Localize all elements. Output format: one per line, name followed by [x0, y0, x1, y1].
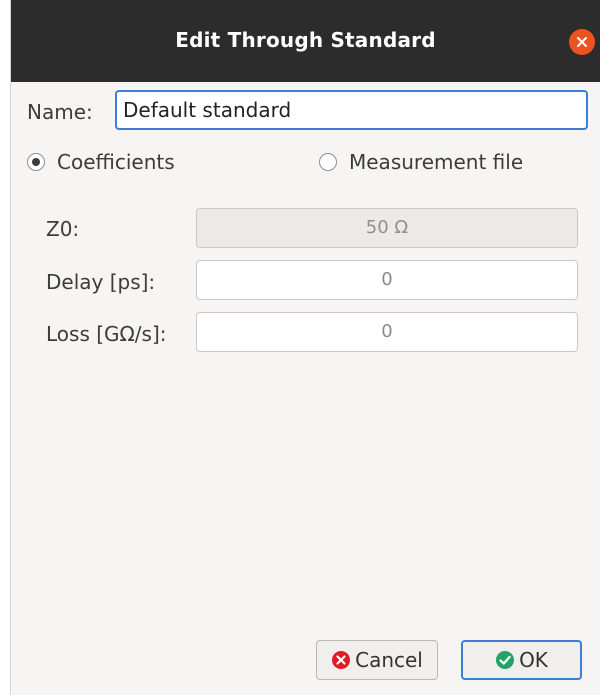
radio-coefficients[interactable]: Coefficients	[27, 150, 175, 174]
radio-measurement-file-label: Measurement file	[349, 150, 524, 174]
radio-coefficients-label: Coefficients	[57, 150, 175, 174]
z0-field: 50 Ω	[196, 208, 578, 248]
radio-dot	[32, 158, 40, 166]
delay-label: Delay [ps]:	[46, 270, 156, 294]
ok-label: OK	[519, 648, 548, 672]
name-input[interactable]	[115, 90, 588, 130]
name-label: Name:	[27, 100, 93, 124]
dialog-window: Edit Through Standard Name: Coefficients…	[10, 0, 600, 695]
radio-button-selected[interactable]	[27, 153, 45, 171]
cancel-button[interactable]: Cancel	[316, 640, 438, 680]
z0-label: Z0:	[46, 217, 80, 241]
close-icon	[577, 37, 587, 47]
dialog-title: Edit Through Standard	[175, 28, 436, 52]
radio-measurement-file[interactable]: Measurement file	[319, 150, 523, 174]
delay-field[interactable]: 0	[196, 260, 578, 300]
loss-field[interactable]: 0	[196, 312, 578, 352]
ok-button[interactable]: OK	[461, 640, 582, 680]
radio-button-unselected[interactable]	[319, 153, 337, 171]
loss-label: Loss [GΩ/s]:	[46, 322, 167, 346]
check-icon	[496, 651, 515, 669]
cancel-icon	[332, 651, 351, 669]
close-button[interactable]	[569, 29, 595, 55]
titlebar[interactable]: Edit Through Standard	[11, 0, 600, 82]
cancel-label: Cancel	[355, 648, 423, 672]
